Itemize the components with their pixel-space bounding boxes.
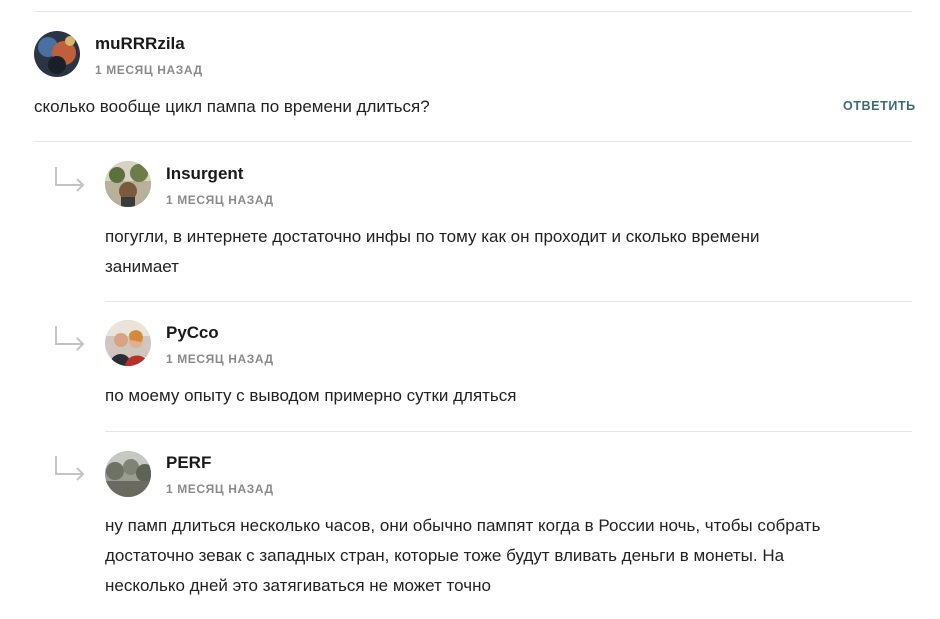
user-avatar-icon (105, 451, 151, 497)
comment-date: 1 МЕСЯЦ НАЗАД (166, 193, 274, 207)
reply-arrow-icon (55, 326, 85, 351)
divider (105, 431, 912, 432)
comment-date: 1 МЕСЯЦ НАЗАД (166, 482, 274, 496)
comment-text: сколько вообще цикл пампа по времени дли… (34, 97, 430, 116)
comment-author[interactable]: Insurgent (166, 164, 243, 184)
comment-text-line: по моему опыту с выводом примерно сутки … (105, 386, 517, 405)
comment-author[interactable]: РуСсо (166, 323, 219, 343)
comments-section: muRRRzila 1 МЕСЯЦ НАЗАД сколько вообще ц… (0, 0, 940, 619)
comment-author[interactable]: PERF (166, 453, 211, 473)
avatar[interactable] (105, 451, 151, 497)
reply-arrow-icon (55, 456, 85, 481)
user-avatar-icon (34, 31, 80, 77)
reply-button[interactable]: ОТВЕТИТЬ (843, 99, 916, 113)
comment-text-line: занимает (105, 257, 179, 276)
reply-arrow-icon (55, 167, 85, 192)
user-avatar-icon (105, 161, 151, 207)
divider (105, 301, 912, 302)
comment-date: 1 МЕСЯЦ НАЗАД (95, 63, 203, 77)
avatar[interactable] (105, 320, 151, 366)
user-avatar-icon (105, 320, 151, 366)
divider (34, 11, 912, 12)
comment-author[interactable]: muRRRzila (95, 34, 185, 54)
comment-date: 1 МЕСЯЦ НАЗАД (166, 352, 274, 366)
comment-text: погугли, в интернете достаточно инфы по … (105, 222, 895, 282)
comment-text-line: погугли, в интернете достаточно инфы по … (105, 227, 760, 246)
comment-text-line: достаточно зевак с западных стран, котор… (105, 546, 785, 565)
divider (34, 141, 912, 142)
comment-text-line: ну памп длиться несколько часов, они обы… (105, 516, 821, 535)
comment-text-line: несколько дней это затягиваться не может… (105, 576, 491, 595)
comment-text: по моему опыту с выводом примерно сутки … (105, 381, 895, 411)
comment-text: ну памп длиться несколько часов, они обы… (105, 511, 905, 601)
avatar[interactable] (34, 31, 80, 77)
avatar[interactable] (105, 161, 151, 207)
